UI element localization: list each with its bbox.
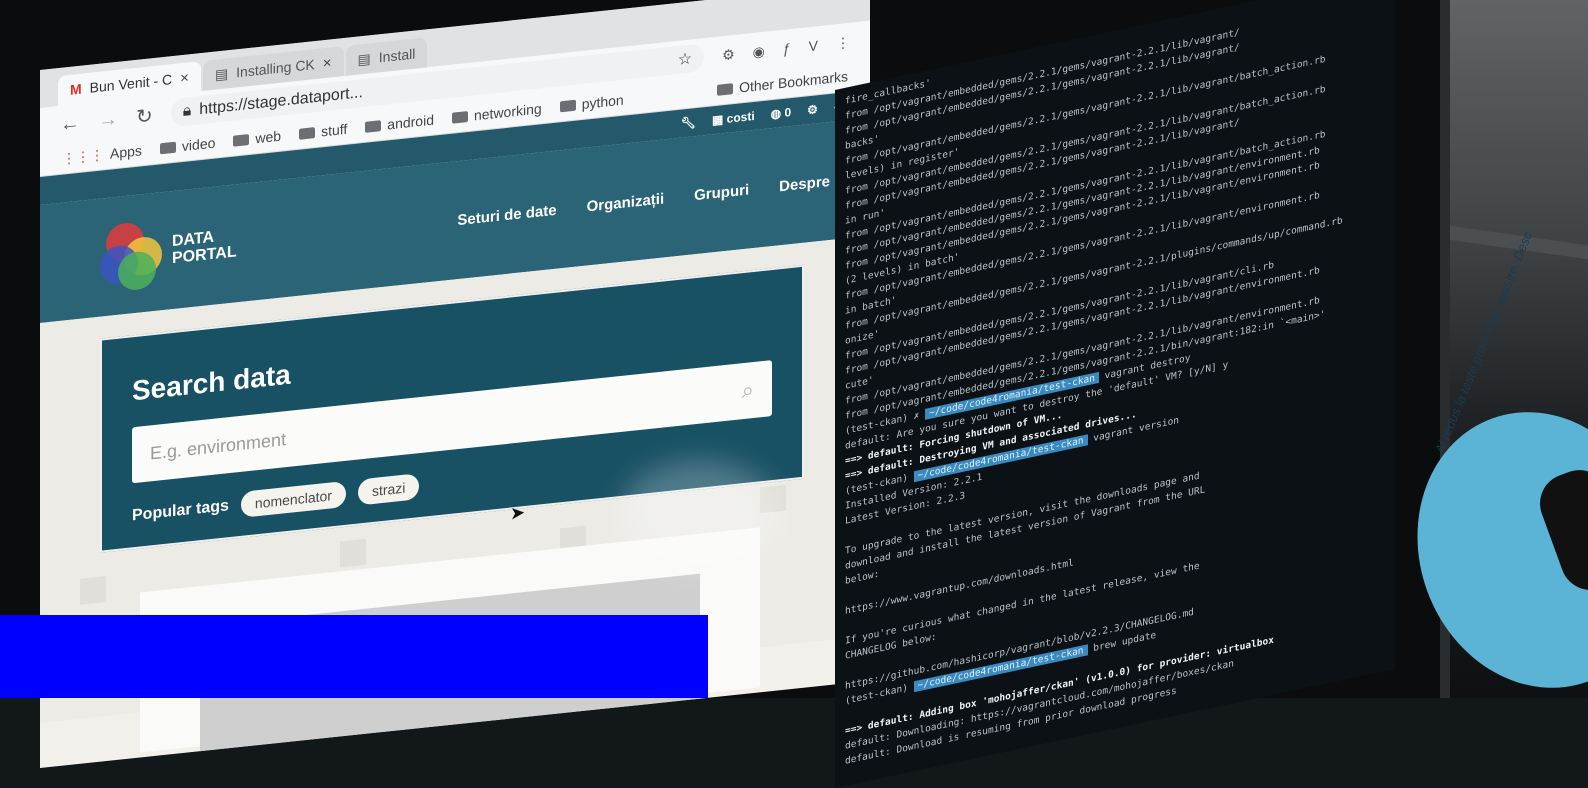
settings-icon[interactable]: ⚙ [807, 102, 818, 117]
folder-icon [717, 82, 734, 96]
nav-datasets[interactable]: Seturi de date [457, 201, 556, 228]
tab-label: Installing CK [236, 56, 315, 81]
bookmark-label: Other Bookmarks [739, 68, 848, 96]
search-title: Search data [132, 358, 291, 407]
popular-tags: Popular tags nomenclator strazi [132, 473, 420, 529]
tag-nomenclator[interactable]: nomenclator [240, 480, 346, 518]
tab-label: Bun Venit - C [89, 71, 173, 96]
search-placeholder: E.g. environment [150, 428, 287, 463]
gmail-icon: M [70, 80, 82, 98]
folder-icon [159, 141, 176, 154]
bookmark-folder[interactable]: networking [451, 100, 542, 125]
logo-circles [100, 219, 164, 292]
dashboard-link[interactable]: ◍ 0 [771, 105, 792, 121]
bookmark-folder[interactable]: stuff [299, 121, 347, 142]
bookmark-label: Apps [110, 142, 142, 162]
star-icon[interactable]: ☆ [678, 48, 692, 70]
bookmark-label: networking [473, 100, 542, 124]
main-nav: Seturi de date Organizații Grupuri Despr… [457, 172, 830, 228]
bookmark-folder[interactable]: web [233, 128, 281, 149]
folder-icon [365, 119, 382, 133]
bookmark-folder[interactable]: python [559, 91, 624, 115]
user-link[interactable]: ▦ costi [712, 109, 755, 127]
reload-icon[interactable]: ↻ [136, 103, 153, 130]
search-icon[interactable]: ⌕ [742, 377, 754, 404]
extension-icon[interactable]: V [809, 37, 818, 54]
close-icon[interactable]: × [323, 54, 332, 72]
folder-icon [233, 133, 250, 147]
folder-icon [559, 99, 576, 112]
redaction-box [0, 615, 708, 698]
extension-icon[interactable]: ⚙ [722, 45, 735, 63]
bookmark-folder[interactable]: android [365, 112, 434, 135]
extension-icon[interactable]: ◉ [753, 42, 765, 60]
back-icon[interactable]: ← [60, 111, 80, 136]
doc-icon: ▤ [357, 49, 371, 68]
extension-icon[interactable]: ƒ [783, 40, 791, 57]
nav-organizations[interactable]: Organizații [587, 190, 665, 215]
lock-icon: 🔒︎ [182, 102, 192, 120]
folder-icon [451, 110, 468, 124]
bookmark-apps[interactable]: ⋮⋮⋮ Apps [62, 142, 142, 167]
forward-icon[interactable]: → [98, 107, 118, 132]
nav-about[interactable]: Despre [779, 172, 830, 194]
data-portal-logo[interactable]: DATA PORTAL [100, 211, 237, 292]
bookmark-folder[interactable]: video [159, 134, 216, 157]
light-glare [620, 460, 780, 570]
bookmark-label: video [181, 134, 216, 155]
doc-icon: ▤ [214, 64, 229, 83]
menu-icon[interactable]: ⋮ [836, 33, 850, 51]
bookmark-label: android [387, 111, 434, 133]
tag-strazi[interactable]: strazi [357, 473, 420, 506]
popular-tags-label: Popular tags [132, 497, 229, 525]
terminal-window: fire_callbacks' from /opt/vagrant/embedd… [835, 0, 1395, 788]
logo-text: DATA PORTAL [172, 228, 237, 268]
laptop-screen-bezel: M Bun Venit - C × ▤ Installing CK × ▤ In… [0, 0, 1450, 788]
bookmark-label: web [255, 127, 282, 147]
tab-label: Install [378, 45, 416, 66]
apps-grid-icon: ⋮⋮⋮ [62, 145, 104, 167]
activity-count: 0 [784, 105, 792, 120]
folder-icon [299, 126, 316, 140]
terminal-output: fire_callbacks' from /opt/vagrant/embedd… [835, 0, 1395, 777]
username: costi [726, 108, 755, 126]
close-icon[interactable]: × [180, 69, 189, 87]
bookmark-label: python [581, 91, 624, 113]
mouse-cursor-icon: ➤ [510, 502, 526, 524]
wrench-icon[interactable]: 🔧︎ [681, 115, 696, 131]
bookmark-label: stuff [321, 120, 348, 140]
nav-groups[interactable]: Grupuri [694, 181, 749, 204]
